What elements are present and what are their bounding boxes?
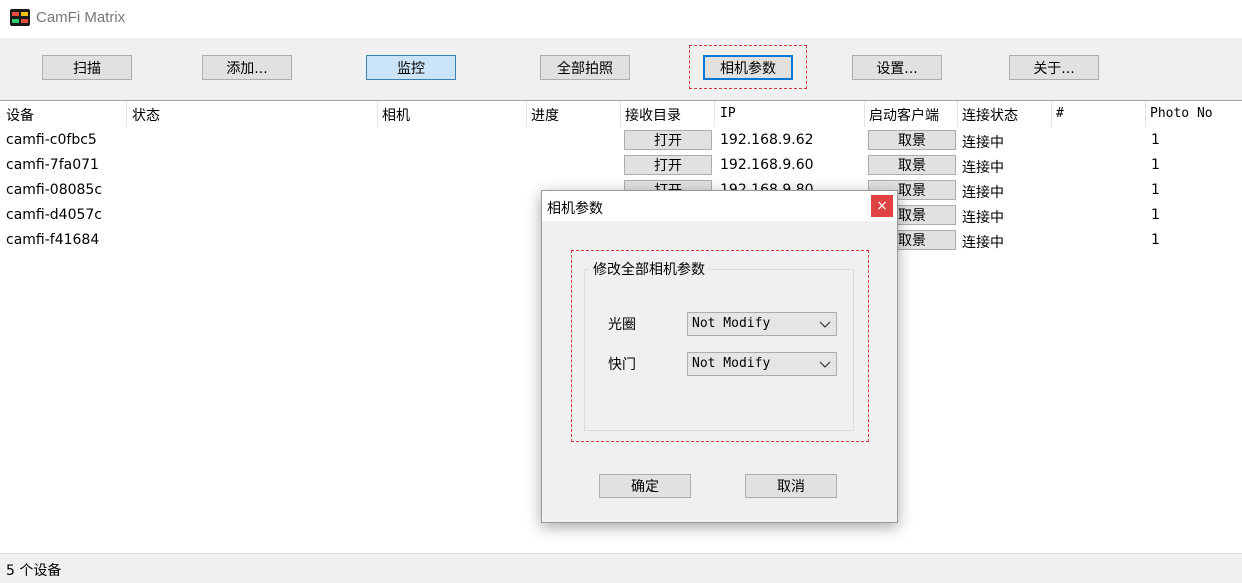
connection-status: 连接中 xyxy=(962,160,1004,176)
shutter-select[interactable]: Not Modify xyxy=(687,352,837,376)
viewfinder-button[interactable]: 取景 xyxy=(868,155,956,175)
device-name: camfi-f41684 xyxy=(6,232,100,248)
camera-params-button[interactable]: 相机参数 xyxy=(703,55,793,80)
scan-button[interactable]: 扫描 xyxy=(42,55,132,80)
add-button[interactable]: 添加... xyxy=(202,55,292,80)
connection-status: 连接中 xyxy=(962,210,1004,226)
app-logo-icon xyxy=(10,9,30,26)
status-bar: 5 个设备 xyxy=(0,553,1242,583)
title-bar: CamFi Matrix xyxy=(0,0,1242,38)
cancel-button[interactable]: 取消 xyxy=(745,474,837,498)
toolbar: 扫描 添加... 监控 全部拍照 相机参数 设置... 关于... xyxy=(0,38,1242,100)
device-name: camfi-d4057c xyxy=(6,207,102,223)
header-number[interactable]: # xyxy=(1056,106,1064,121)
window-title: CamFi Matrix xyxy=(36,9,126,26)
header-receive-dir[interactable]: 接收目录 xyxy=(625,105,681,125)
header-progress[interactable]: 进度 xyxy=(531,105,559,125)
header-device[interactable]: 设备 xyxy=(6,105,34,125)
chevron-down-icon xyxy=(819,361,831,368)
ip-address: 192.168.9.60 xyxy=(720,157,814,173)
connection-status: 连接中 xyxy=(962,135,1004,151)
capture-all-button[interactable]: 全部拍照 xyxy=(540,55,630,80)
photo-count: 1 xyxy=(1151,207,1160,223)
header-start-client[interactable]: 启动客户端 xyxy=(869,105,939,125)
connection-status: 连接中 xyxy=(962,235,1004,251)
device-name: camfi-c0fbc5 xyxy=(6,132,97,148)
header-connection-status[interactable]: 连接状态 xyxy=(962,105,1018,125)
dialog-title: 相机参数 xyxy=(547,201,603,217)
open-dir-button[interactable]: 打开 xyxy=(624,130,712,150)
device-count: 5 个设备 xyxy=(6,563,62,579)
dialog-title-bar[interactable]: 相机参数 × xyxy=(542,191,897,221)
shutter-label: 快门 xyxy=(608,357,636,373)
monitor-button[interactable]: 监控 xyxy=(366,55,456,80)
header-ip[interactable]: IP xyxy=(720,106,736,121)
header-camera[interactable]: 相机 xyxy=(382,105,410,125)
open-dir-button[interactable]: 打开 xyxy=(624,155,712,175)
photo-count: 1 xyxy=(1151,232,1160,248)
photo-count: 1 xyxy=(1151,182,1160,198)
aperture-select[interactable]: Not Modify xyxy=(687,312,837,336)
params-groupbox xyxy=(584,269,854,431)
chevron-down-icon xyxy=(819,321,831,328)
photo-count: 1 xyxy=(1151,157,1160,173)
ip-address: 192.168.9.62 xyxy=(720,132,814,148)
header-photo-no[interactable]: Photo No xyxy=(1150,106,1213,121)
settings-button[interactable]: 设置... xyxy=(852,55,942,80)
viewfinder-button[interactable]: 取景 xyxy=(868,130,956,150)
ok-button[interactable]: 确定 xyxy=(599,474,691,498)
close-icon[interactable]: × xyxy=(871,195,893,217)
device-name: camfi-7fa071 xyxy=(6,157,99,173)
aperture-label: 光圈 xyxy=(608,317,636,333)
camera-params-dialog: 相机参数 × 修改全部相机参数 光圈 Not Modify 快门 Not Mod… xyxy=(541,190,898,523)
header-status[interactable]: 状态 xyxy=(132,105,160,125)
connection-status: 连接中 xyxy=(962,185,1004,201)
group-label: 修改全部相机参数 xyxy=(589,259,709,279)
photo-count: 1 xyxy=(1151,132,1160,148)
about-button[interactable]: 关于... xyxy=(1009,55,1099,80)
list-header: 设备 状态 相机 进度 接收目录 IP 启动客户端 连接状态 # Photo N… xyxy=(0,101,1242,127)
device-name: camfi-08085c xyxy=(6,182,103,198)
